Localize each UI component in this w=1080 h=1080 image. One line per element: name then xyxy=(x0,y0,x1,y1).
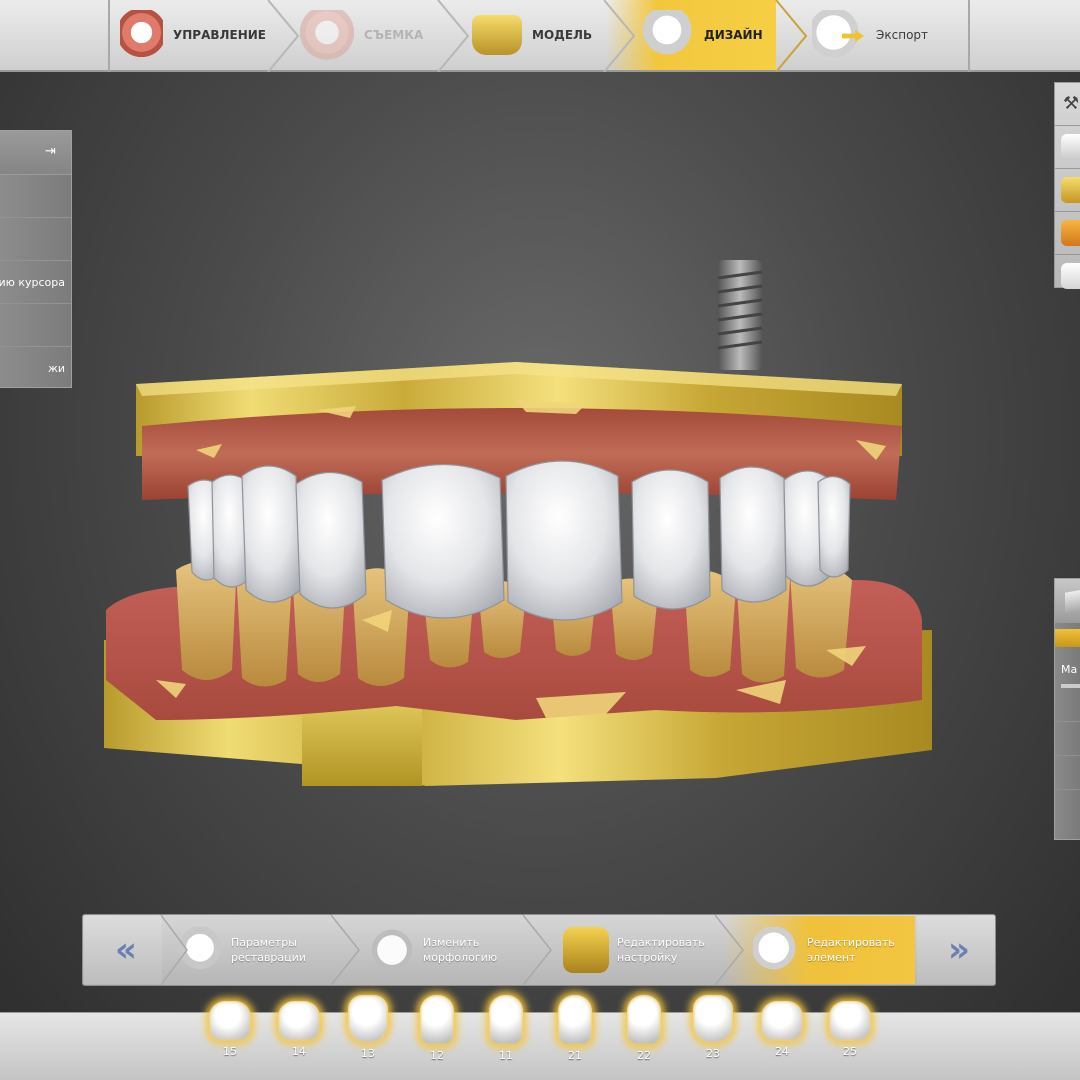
tooth-number: 25 xyxy=(843,1045,857,1058)
left-panel-option[interactable] xyxy=(0,304,71,347)
tooth-number: 23 xyxy=(706,1047,720,1060)
right-panel-accent-bar[interactable] xyxy=(1055,629,1080,647)
tooth-11[interactable]: 11 xyxy=(482,995,530,1075)
tooth-25[interactable]: 25 xyxy=(826,995,874,1075)
tooth-21[interactable]: 21 xyxy=(551,995,599,1075)
tooth-24[interactable]: 24 xyxy=(758,995,806,1075)
tooth-icon xyxy=(489,995,523,1045)
tooth-icon xyxy=(558,995,592,1045)
scan-plate-button[interactable] xyxy=(1055,126,1080,169)
left-panel-option[interactable] xyxy=(0,175,71,218)
tooth-14[interactable]: 14 xyxy=(275,995,323,1075)
right-options-panel: Ма xyxy=(1054,578,1080,840)
tooth-number: 15 xyxy=(223,1045,237,1058)
tooth-number: 14 xyxy=(292,1045,306,1058)
left-panel-header: ⇥ xyxy=(0,131,71,175)
box-icon xyxy=(1065,589,1080,613)
model-viewport[interactable] xyxy=(96,250,936,810)
tooth-number: 12 xyxy=(430,1049,444,1062)
right-panel-row xyxy=(1055,756,1080,790)
left-panel-option-cursor[interactable]: ию курсора xyxy=(0,261,71,304)
scan-plate-icon xyxy=(1061,134,1080,160)
right-panel-row xyxy=(1055,722,1080,756)
tooth-selector: 15 14 13 12 11 21 22 23 24 25 xyxy=(0,995,1080,1080)
white-tooth-icon xyxy=(1061,263,1080,289)
tooth-icon xyxy=(761,1001,803,1041)
tooth-icon xyxy=(829,1001,871,1041)
left-panel-option[interactable]: жи xyxy=(0,347,71,387)
right-panel-label: Ма xyxy=(1061,663,1078,676)
right-panel-header xyxy=(1055,579,1080,623)
tooth-number: 21 xyxy=(568,1049,582,1062)
white-tooth-button[interactable] xyxy=(1055,255,1080,298)
step-chevrons xyxy=(160,915,744,986)
tooth-icon xyxy=(420,995,454,1045)
tools-button[interactable] xyxy=(1055,83,1080,126)
workflow-bar: УПРАВЛЕНИЕ СЪЕМКА МОДЕЛЬ ДИЗАЙН Экспорт xyxy=(0,0,1080,72)
tooth-icon xyxy=(209,1001,251,1041)
left-panel-option[interactable] xyxy=(0,218,71,261)
tools-icon xyxy=(1061,91,1080,117)
tooth-icon xyxy=(627,995,661,1045)
dental-3d-model[interactable] xyxy=(96,250,936,810)
tooth-icon xyxy=(693,995,733,1043)
tooth-number: 13 xyxy=(361,1047,375,1060)
workflow-chevrons xyxy=(267,0,808,72)
pin-panel-icon[interactable]: ⇥ xyxy=(45,145,61,159)
tooth-22[interactable]: 22 xyxy=(620,995,668,1075)
orange-model-icon xyxy=(1061,220,1080,246)
gold-model-icon xyxy=(1061,177,1080,203)
right-view-toolbar xyxy=(1054,82,1080,289)
upper-crowns xyxy=(187,460,851,621)
design-step-bar: « Параметры реставрации Изменить морфоло… xyxy=(82,914,996,986)
tooth-23[interactable]: 23 xyxy=(689,995,737,1075)
right-panel-row xyxy=(1055,688,1080,722)
left-tool-panel: ⇥ ию курсора жи xyxy=(0,130,72,388)
orange-model-button[interactable] xyxy=(1055,212,1080,255)
tooth-number: 11 xyxy=(499,1049,513,1062)
tooth-number: 24 xyxy=(775,1045,789,1058)
tooth-icon xyxy=(278,1001,320,1041)
tooth-13[interactable]: 13 xyxy=(344,995,392,1075)
tooth-icon xyxy=(348,995,388,1043)
gold-model-button[interactable] xyxy=(1055,169,1080,212)
implant-screw xyxy=(717,260,763,370)
tooth-12[interactable]: 12 xyxy=(413,995,461,1075)
tooth-number: 22 xyxy=(637,1049,651,1062)
tooth-15[interactable]: 15 xyxy=(206,995,254,1075)
